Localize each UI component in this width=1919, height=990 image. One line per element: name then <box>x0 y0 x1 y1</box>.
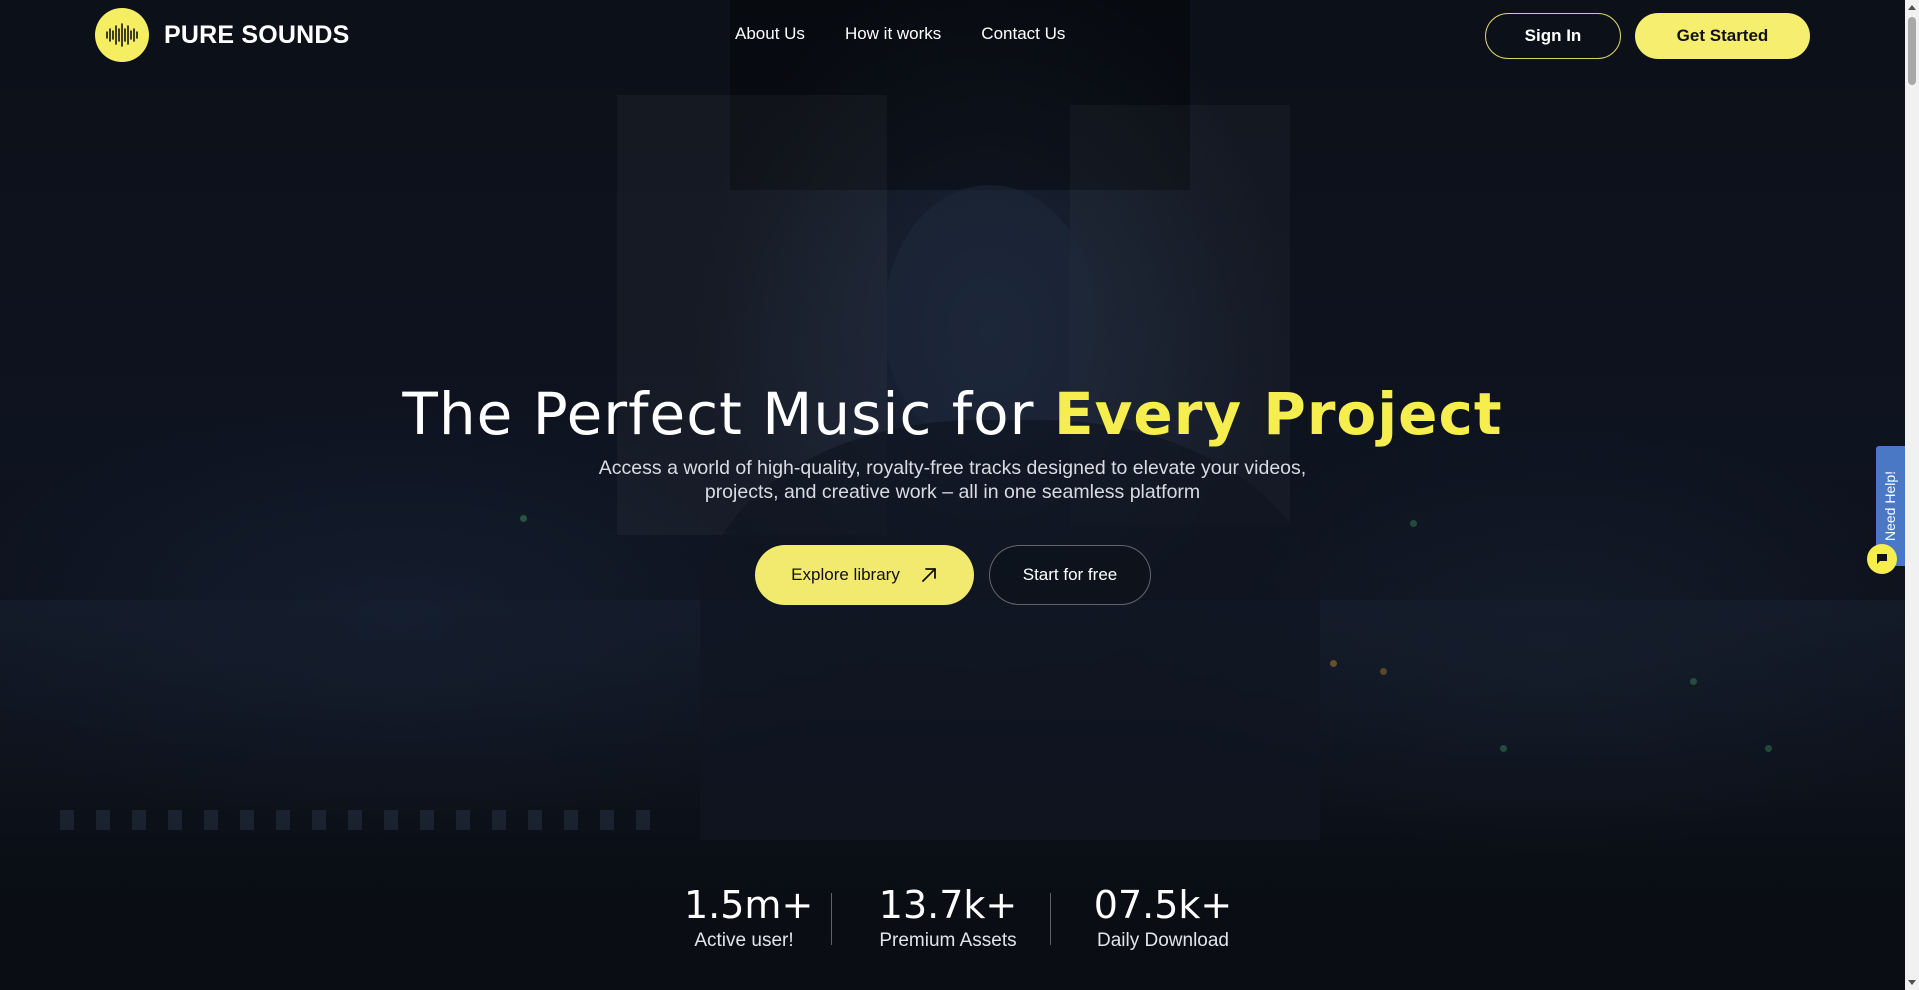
explore-library-button[interactable]: Explore library <box>755 545 974 605</box>
background-light-dot <box>1380 668 1387 675</box>
get-started-button[interactable]: Get Started <box>1635 13 1810 59</box>
scroll-up-arrow-icon[interactable] <box>1905 0 1919 14</box>
soundwave-icon <box>95 8 149 62</box>
background-light-dot <box>520 515 527 522</box>
main-nav: About Us How it works Contact Us <box>735 24 1105 44</box>
stat-premium-assets: 13.7k+ Premium Assets <box>868 880 1028 952</box>
page: PURE SOUNDS About Us How it works Contac… <box>0 0 1919 990</box>
sign-in-button[interactable]: Sign In <box>1485 13 1621 59</box>
background-light-dot <box>1500 745 1507 752</box>
site-header: PURE SOUNDS About Us How it works Contac… <box>0 0 1905 70</box>
page-scrollbar[interactable] <box>1905 0 1919 990</box>
background-light-dot <box>1410 520 1417 527</box>
background-light-dot <box>1765 745 1772 752</box>
stat-daily-download: 07.5k+ Daily Download <box>1089 880 1237 952</box>
stat-label: Premium Assets <box>879 930 1017 951</box>
stats-bar: 1.5m+ Active user! 13.7k+ Premium Assets… <box>0 880 1905 990</box>
brand-logo[interactable]: PURE SOUNDS <box>95 8 350 62</box>
hero-title-highlight: Every Project <box>1053 380 1503 448</box>
background-photo-shape <box>60 810 660 830</box>
stat-label: Daily Download <box>1096 930 1229 951</box>
explore-library-label: Explore library <box>791 565 900 584</box>
stat-divider <box>831 893 832 945</box>
hero-title-prefix: The Perfect Music for <box>402 380 1054 448</box>
stat-active-users: 1.5m+ Active user! <box>684 880 814 952</box>
brand-name: PURE SOUNDS <box>164 20 350 49</box>
start-for-free-button[interactable]: Start for free <box>989 545 1151 605</box>
background-light-dot <box>1330 660 1337 667</box>
nav-link-how-it-works[interactable]: How it works <box>845 24 941 44</box>
need-help-label: Need Help! <box>1882 470 1899 542</box>
background-photo-shape <box>0 600 1919 860</box>
nav-link-contact-us[interactable]: Contact Us <box>981 24 1065 44</box>
background-light-dot <box>1690 678 1697 685</box>
scroll-down-arrow-icon[interactable] <box>1905 976 1919 990</box>
chat-icon[interactable] <box>1867 544 1897 574</box>
arrow-up-right-icon <box>920 566 938 584</box>
stat-value: 13.7k+ <box>878 883 1018 927</box>
stat-label: Active user! <box>694 930 794 951</box>
nav-link-about-us[interactable]: About Us <box>735 24 805 44</box>
stat-value: 07.5k+ <box>1093 883 1233 927</box>
stat-divider <box>1050 893 1051 945</box>
stat-value: 1.5m+ <box>684 883 814 927</box>
hero-title: The Perfect Music for Every Project <box>0 380 1905 448</box>
scrollbar-thumb[interactable] <box>1908 17 1916 85</box>
hero-subtitle: Access a world of high-quality, royalty-… <box>598 457 1307 503</box>
